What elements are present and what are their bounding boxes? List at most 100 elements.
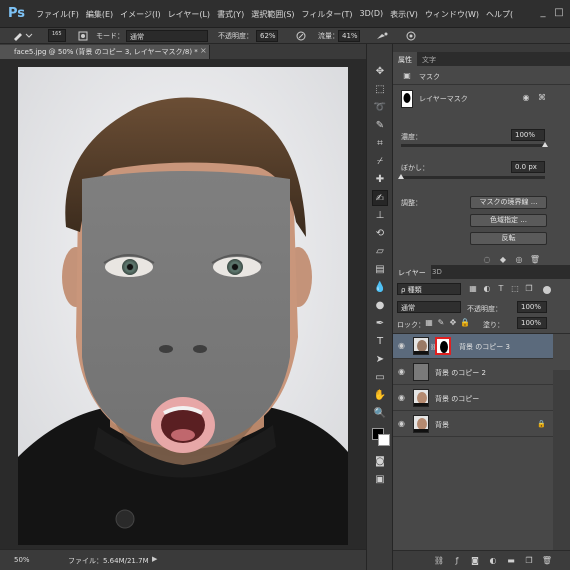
tab-layers[interactable]: レイヤー [393, 265, 431, 279]
shape-tool-icon[interactable]: ▭ [372, 370, 388, 386]
tab-properties[interactable]: 属性 [393, 52, 417, 66]
new-group-icon[interactable]: ▬ [505, 555, 517, 567]
mode-select[interactable]: 通常 [126, 30, 208, 42]
clone-stamp-tool-icon[interactable]: ⊥ [372, 208, 388, 224]
filter-shape-icon[interactable]: ⬚ [509, 283, 521, 295]
dodge-tool-icon[interactable]: ● [372, 298, 388, 314]
pressure-size-icon[interactable] [406, 31, 416, 43]
opacity-input[interactable]: 62% [256, 30, 278, 42]
feather-slider-knob[interactable] [398, 174, 404, 179]
zoom-tool-icon[interactable]: 🔍 [372, 406, 388, 422]
marquee-tool-icon[interactable]: ⬚ [372, 82, 388, 98]
menu-filter[interactable]: フィルター(T) [302, 9, 360, 20]
density-slider-knob[interactable] [542, 142, 548, 147]
flow-label: 流量： [318, 32, 339, 40]
crop-tool-icon[interactable]: ⌗ [372, 136, 388, 152]
fill-input[interactable]: 100% [517, 317, 547, 329]
layer-row-copy-2[interactable]: ◉ 背景 のコピー 2 [393, 360, 553, 385]
lock-position-icon[interactable]: ✥ [447, 317, 459, 329]
layers-scrollbar[interactable] [553, 370, 570, 550]
move-tool-icon[interactable]: ✥ [372, 64, 388, 80]
minimize-button[interactable]: _ [536, 6, 550, 20]
brush-tool-icon[interactable] [12, 29, 34, 43]
density-input[interactable]: 100% [511, 129, 545, 141]
menu-select[interactable]: 選択範囲(S) [251, 9, 301, 20]
menu-items: ファイル(F) 編集(E) イメージ(I) レイヤー(L) 書式(Y) 選択範囲… [36, 9, 520, 20]
filter-type-icon[interactable]: T [495, 283, 507, 295]
layer-thumbnail [413, 415, 429, 433]
vector-mask-icon[interactable]: ⌘ [536, 92, 548, 104]
layer-row-copy-3[interactable]: ◉ ⛓ 背景 のコピー 3 [393, 334, 553, 359]
menu-edit[interactable]: 編集(E) [86, 9, 120, 20]
maximize-button[interactable]: □ [552, 6, 566, 20]
menu-image[interactable]: イメージ(I) [120, 9, 167, 20]
screen-mode-icon[interactable]: ▣ [372, 472, 388, 488]
link-layers-icon[interactable]: ⛓ [433, 555, 445, 567]
history-brush-tool-icon[interactable]: ⟲ [372, 226, 388, 242]
filter-pixel-icon[interactable]: ▦ [467, 283, 479, 295]
pixel-mask-icon[interactable]: ◉ [520, 92, 532, 104]
layer-row-copy[interactable]: ◉ 背景 のコピー [393, 386, 553, 411]
lock-transparent-icon[interactable]: ▦ [423, 317, 435, 329]
pressure-opacity-icon[interactable] [296, 31, 306, 43]
layer-row-background[interactable]: ◉ 背景 🔒 [393, 412, 553, 437]
menu-layer[interactable]: レイヤー(L) [168, 9, 217, 20]
new-layer-icon[interactable]: ❐ [523, 555, 535, 567]
gradient-tool-icon[interactable]: ▤ [372, 262, 388, 278]
visibility-eye-icon[interactable]: ◉ [398, 368, 408, 376]
mask-edge-button[interactable]: マスクの境界線 ... [470, 196, 547, 209]
visibility-eye-icon[interactable]: ◉ [398, 394, 408, 402]
menu-type[interactable]: 書式(Y) [217, 9, 251, 20]
close-document-icon[interactable]: × [200, 46, 207, 55]
lasso-tool-icon[interactable]: ➰ [372, 100, 388, 116]
layer-mask-thumbnail[interactable] [435, 337, 451, 355]
healing-brush-tool-icon[interactable]: ✚ [372, 172, 388, 188]
feather-slider[interactable] [398, 174, 545, 179]
visibility-eye-icon[interactable]: ◉ [398, 342, 408, 350]
document-tab[interactable]: face5.jpg @ 50% (背景 のコピー 3, レイヤーマスク/8) *… [0, 45, 210, 59]
lock-image-icon[interactable]: ✎ [435, 317, 447, 329]
quick-mask-icon[interactable]: ◙ [372, 454, 388, 470]
quick-select-tool-icon[interactable]: ✎ [372, 118, 388, 134]
layer-opacity-input[interactable]: 100% [517, 301, 547, 313]
blend-mode-select[interactable]: 通常 [397, 301, 461, 313]
hand-tool-icon[interactable]: ✋ [372, 388, 388, 404]
tab-character[interactable]: 文字 [417, 52, 441, 66]
type-tool-icon[interactable]: T [372, 334, 388, 350]
add-mask-icon[interactable]: ◙ [469, 555, 481, 567]
brush-panel-icon[interactable] [78, 31, 88, 43]
eyedropper-tool-icon[interactable]: ⌿ [372, 154, 388, 170]
menu-file[interactable]: ファイル(F) [36, 9, 86, 20]
density-slider[interactable] [401, 142, 548, 147]
brush-size-preset[interactable]: 165 [48, 29, 66, 42]
feather-input[interactable]: 0.0 px [511, 161, 545, 173]
menu-3d[interactable]: 3D(D) [360, 9, 391, 20]
invert-button[interactable]: 反転 [470, 232, 547, 245]
tab-3d[interactable]: 3D [427, 265, 447, 279]
link-chain-icon[interactable]: ⛓ [430, 344, 438, 351]
filter-adjust-icon[interactable]: ◐ [481, 283, 493, 295]
filter-smart-icon[interactable]: ❒ [523, 283, 535, 295]
flow-input[interactable]: 41% [338, 30, 360, 42]
pen-tool-icon[interactable]: ✒ [372, 316, 388, 332]
delete-layer-icon[interactable]: 🗑 [541, 555, 553, 567]
lock-all-icon[interactable]: 🔒 [459, 317, 471, 329]
image-canvas[interactable] [18, 67, 348, 545]
menu-view[interactable]: 表示(V) [390, 9, 425, 20]
brush-tool-icon[interactable]: ✍ [372, 190, 388, 206]
airbrush-icon[interactable] [376, 31, 388, 43]
eraser-tool-icon[interactable]: ▱ [372, 244, 388, 260]
blur-tool-icon[interactable]: 💧 [372, 280, 388, 296]
visibility-eye-icon[interactable]: ◉ [398, 420, 408, 428]
menu-window[interactable]: ウィンドウ(W) [425, 9, 486, 20]
status-menu-arrow[interactable]: ▶ [152, 555, 157, 563]
adjustment-layer-icon[interactable]: ◐ [487, 555, 499, 567]
path-select-tool-icon[interactable]: ➤ [372, 352, 388, 368]
zoom-readout[interactable]: 50% [14, 556, 30, 564]
filter-toggle-icon[interactable] [543, 286, 551, 294]
menu-help[interactable]: ヘルプ( [486, 9, 520, 20]
layer-filter-select[interactable]: ρ 種類 [397, 283, 461, 295]
layer-style-icon[interactable]: ƒ [451, 555, 463, 567]
background-color-swatch[interactable] [378, 434, 390, 446]
color-range-button[interactable]: 色域指定 ... [470, 214, 547, 227]
